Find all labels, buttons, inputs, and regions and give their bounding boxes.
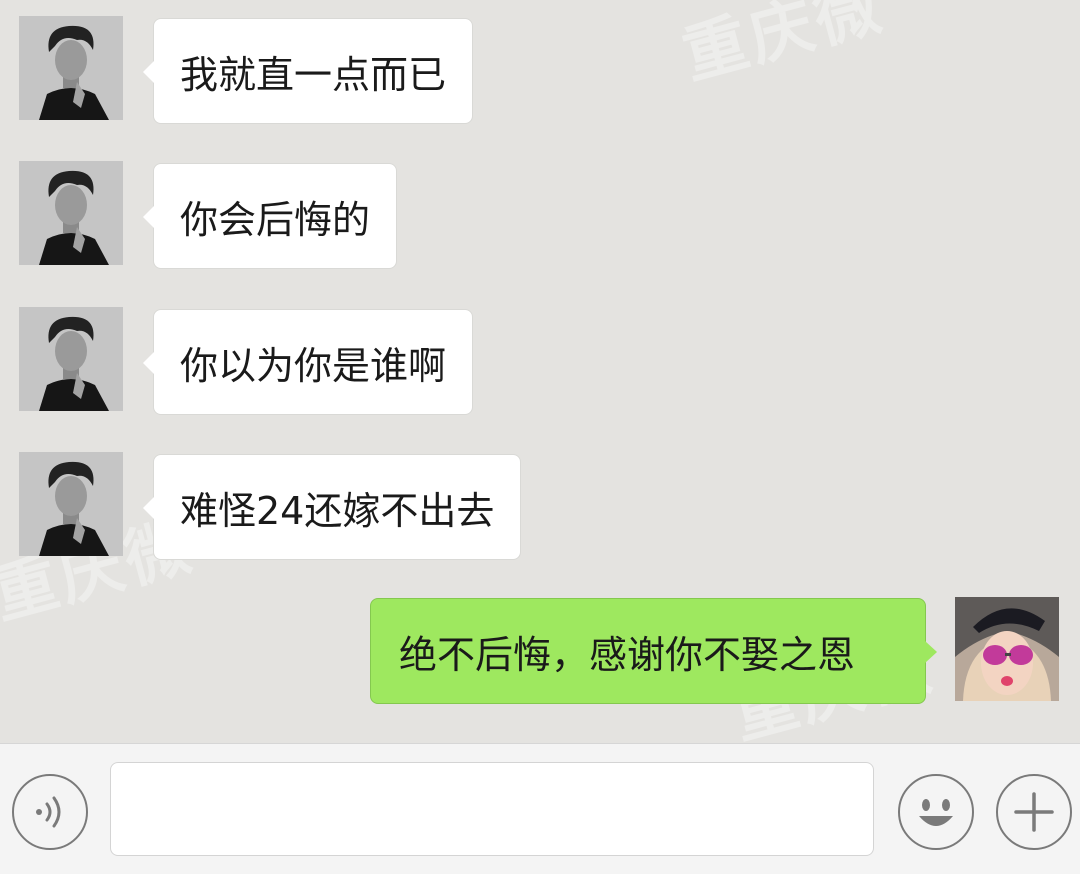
- emoji-icon: [919, 799, 953, 826]
- contact-avatar[interactable]: [19, 16, 123, 120]
- message-text: 你以为你是谁啊: [180, 343, 447, 388]
- contact-avatar[interactable]: [19, 161, 123, 265]
- contact-avatar-image: [19, 16, 123, 120]
- message-bubble[interactable]: 你会后悔的: [143, 163, 398, 269]
- message-bubble[interactable]: 难怪24还嫁不出去: [143, 454, 522, 560]
- contact-avatar[interactable]: [19, 307, 123, 411]
- message-text: 你会后悔的: [180, 197, 371, 242]
- bubble-tail: [925, 641, 937, 663]
- voice-icon: [36, 796, 61, 828]
- message-text: 难怪24还嫁不出去: [180, 488, 495, 533]
- message-bubble[interactable]: 你以为你是谁啊: [143, 309, 474, 415]
- message-bubble-outgoing[interactable]: 绝不后悔，感谢你不娶之恩: [370, 598, 937, 704]
- message-text: 绝不后悔，感谢你不娶之恩: [399, 632, 856, 677]
- message-text: 我就直一点而已: [180, 52, 447, 97]
- voice-button[interactable]: [12, 774, 88, 850]
- contact-avatar[interactable]: [19, 452, 123, 556]
- contact-avatar-image: [19, 307, 123, 411]
- user-avatar[interactable]: [955, 597, 1059, 701]
- contact-avatar-image: [19, 161, 123, 265]
- message-bubble[interactable]: 我就直一点而已: [143, 18, 474, 124]
- bubble-tail: [143, 497, 154, 519]
- contact-avatar-image: [19, 452, 123, 556]
- bubble-tail: [143, 61, 154, 83]
- message-input[interactable]: [110, 762, 874, 856]
- plus-icon: [1014, 792, 1054, 832]
- more-button[interactable]: [996, 774, 1072, 850]
- bubble-tail: [143, 352, 154, 374]
- chat-area[interactable]: 重庆微 重庆微 重庆微 我就直一点而已 你会后悔的: [0, 0, 1080, 743]
- bubble-tail: [143, 206, 154, 228]
- input-bar: [0, 743, 1080, 874]
- emoji-button[interactable]: [898, 774, 974, 850]
- user-avatar-image: [955, 597, 1059, 701]
- watermark: 重庆微: [675, 0, 892, 94]
